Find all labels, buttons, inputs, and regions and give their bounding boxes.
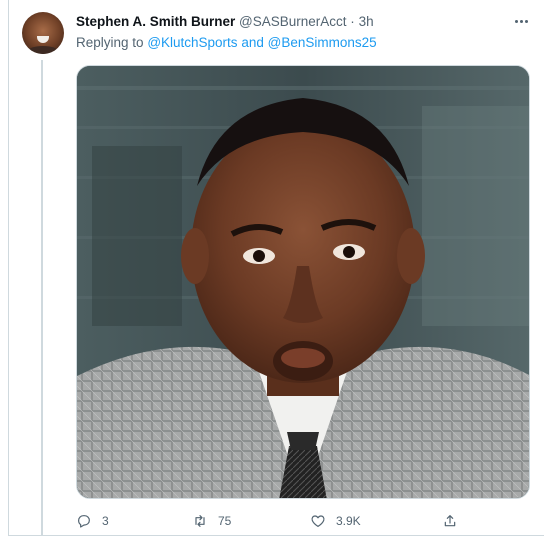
retweet-button[interactable]: 75 — [192, 508, 231, 534]
mention-link[interactable]: @BenSimmons25 — [268, 35, 377, 50]
separator-dot: · — [350, 14, 355, 29]
avatar-shirt — [26, 46, 60, 54]
timestamp[interactable]: 3h — [359, 14, 374, 29]
heart-icon — [311, 515, 325, 527]
retweet-arrows-icon — [195, 515, 205, 527]
display-name[interactable]: Stephen A. Smith Burner — [76, 14, 235, 29]
like-button[interactable]: 3.9K — [310, 508, 361, 534]
mention-conjunction[interactable]: and — [241, 35, 264, 50]
mention-link[interactable]: @KlutchSports — [147, 35, 237, 50]
share-button[interactable] — [442, 508, 458, 534]
avatar[interactable] — [22, 12, 64, 54]
reply-button[interactable]: 3 — [76, 508, 109, 534]
media-illustration — [77, 66, 529, 498]
replying-to-line: Replying to @KlutchSports and @BenSimmon… — [76, 34, 377, 52]
reply-count: 3 — [102, 514, 109, 528]
reply-bubble-icon — [78, 515, 90, 528]
more-dot — [519, 19, 523, 23]
more-horizontal-icon[interactable] — [512, 14, 530, 28]
more-dot — [524, 19, 528, 23]
tweet-media-image[interactable] — [76, 65, 530, 499]
avatar-mouth — [37, 36, 49, 43]
thread-connector-line — [41, 60, 43, 536]
share-upload-icon — [444, 515, 456, 527]
more-dot — [514, 19, 518, 23]
tweet-header: Stephen A. Smith Burner @SASBurnerAcct ·… — [76, 13, 374, 31]
like-count: 3.9K — [336, 514, 361, 528]
user-handle[interactable]: @SASBurnerAcct — [239, 14, 347, 29]
tweet-actions: 3 75 3.9K — [76, 508, 530, 534]
replying-to-label: Replying to — [76, 35, 144, 50]
retweet-count: 75 — [218, 514, 232, 528]
